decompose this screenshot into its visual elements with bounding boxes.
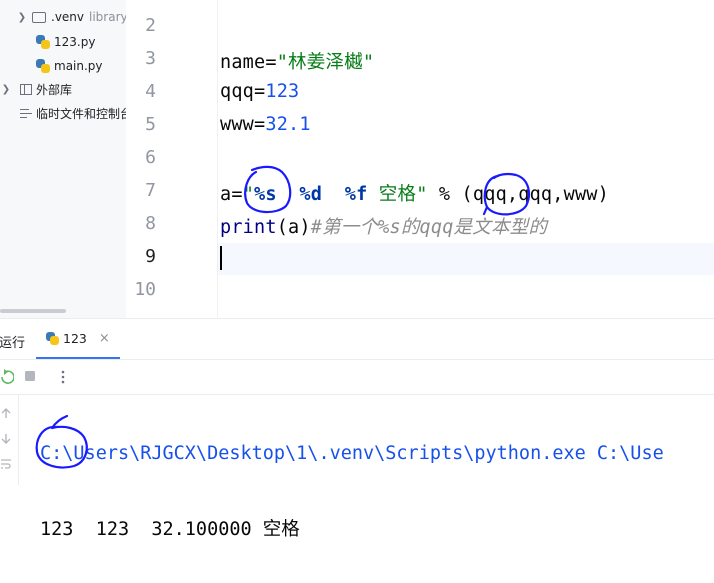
console-result-line: 123 123 32.100000 空格: [40, 519, 300, 540]
tree-item-label: .venv: [51, 10, 85, 24]
format-specifier: %f: [344, 184, 368, 205]
tree-item-label: main.py: [54, 59, 103, 73]
operator: =: [265, 52, 277, 73]
line-number-current: 9: [145, 246, 156, 267]
tree-item-label: 外部库: [36, 82, 73, 97]
rerun-icon[interactable]: [0, 369, 14, 385]
function-name: print: [220, 217, 277, 238]
code-editor[interactable]: name="林姜泽樾" qqq=123 www=32.1 a="%s %d %f…: [218, 0, 714, 318]
line-number: 4: [145, 81, 156, 102]
number-literal: 32.1: [265, 114, 311, 135]
string-literal: "林姜泽樾": [276, 52, 375, 73]
tree-item-label: 临时文件和控制台: [36, 106, 127, 121]
identifier: qqq: [220, 81, 255, 102]
tree-item-scratches[interactable]: 临时文件和控制台: [20, 102, 127, 124]
stop-icon[interactable]: [24, 369, 36, 385]
tree-item-suffix: library: [89, 10, 127, 24]
project-tree-panel: ❯ .venv library 123.py main.py ❯ 外部库 临时文…: [0, 0, 127, 318]
string-space: [322, 184, 345, 205]
operator: =: [254, 81, 266, 102]
line-number: 8: [145, 213, 156, 234]
horizontal-scrollbar[interactable]: [0, 309, 66, 313]
code-text: (a): [276, 217, 311, 238]
console-output[interactable]: C:\Users\RJGCX\Desktop\1\.venv\Scripts\p…: [40, 401, 664, 583]
python-file-icon: [36, 59, 50, 73]
soft-wrap-icon[interactable]: [0, 457, 12, 471]
string-literal: 空格": [367, 184, 428, 205]
operator: =: [254, 114, 266, 135]
python-file-icon: [36, 35, 50, 49]
python-file-icon: [46, 331, 59, 345]
format-specifier: %d: [299, 184, 323, 205]
identifier: name: [220, 52, 266, 73]
line-number-gutter: 2 3 4 5 6 7 8 9 10: [126, 0, 218, 318]
run-toolbar: [0, 360, 714, 395]
tree-item-external-libraries[interactable]: ❯ 外部库: [0, 78, 72, 100]
tree-item-venv[interactable]: ❯ .venv library: [16, 6, 127, 28]
number-literal: 123: [265, 81, 300, 102]
run-panel-title: 运行: [0, 336, 26, 351]
code-line-8[interactable]: print(a)#第一个%s的qqq是文本型的: [220, 213, 547, 239]
line-number: 5: [145, 114, 156, 135]
chevron-right-icon[interactable]: ❯: [0, 84, 12, 95]
run-header: 运行 123 ×: [0, 319, 714, 360]
arrow-down-icon[interactable]: [0, 433, 12, 445]
code-line-5[interactable]: www=32.1: [220, 114, 311, 135]
tree-item-123-py[interactable]: 123.py: [36, 31, 95, 53]
console-side-toolbar: [0, 395, 19, 485]
identifier: www: [220, 114, 255, 135]
tree-item-label: 123.py: [54, 35, 96, 49]
code-text: a=: [220, 184, 243, 205]
tree-item-main-py[interactable]: main.py: [36, 55, 103, 77]
text-caret: [220, 246, 222, 270]
code-line-7[interactable]: a="%s %d %f 空格" % (qqq,qqq,www): [220, 180, 609, 206]
more-options-icon[interactable]: [60, 369, 66, 385]
line-number: 7: [145, 180, 156, 201]
code-line-4[interactable]: qqq=123: [220, 81, 299, 102]
library-icon: [20, 83, 32, 95]
run-tab-label: 123: [63, 330, 87, 346]
code-line-3[interactable]: name="林姜泽樾": [220, 48, 374, 74]
arrow-up-icon[interactable]: [0, 407, 12, 419]
run-tab-123[interactable]: 123 ×: [36, 319, 120, 359]
run-tool-window: 运行 123 × C:\Users\RJGCX\Desktop\1\.venv\: [0, 318, 714, 540]
string-quote: ": [242, 184, 255, 205]
code-text: % (qqq,qqq,www): [427, 184, 609, 205]
folder-icon: [32, 11, 46, 23]
string-space: [277, 184, 300, 205]
line-number: 6: [145, 147, 156, 168]
line-number: 2: [145, 15, 156, 36]
line-number: 3: [145, 48, 156, 69]
format-specifier: %s: [254, 184, 277, 205]
console-command-line: C:\Users\RJGCX\Desktop\1\.venv\Scripts\p…: [40, 443, 664, 464]
chevron-right-icon[interactable]: ❯: [16, 12, 28, 23]
code-comment: #第一个%s的qqq是文本型的: [310, 217, 548, 238]
scratch-icon: [20, 107, 32, 119]
line-number: 10: [134, 279, 156, 300]
close-icon[interactable]: ×: [99, 331, 110, 346]
